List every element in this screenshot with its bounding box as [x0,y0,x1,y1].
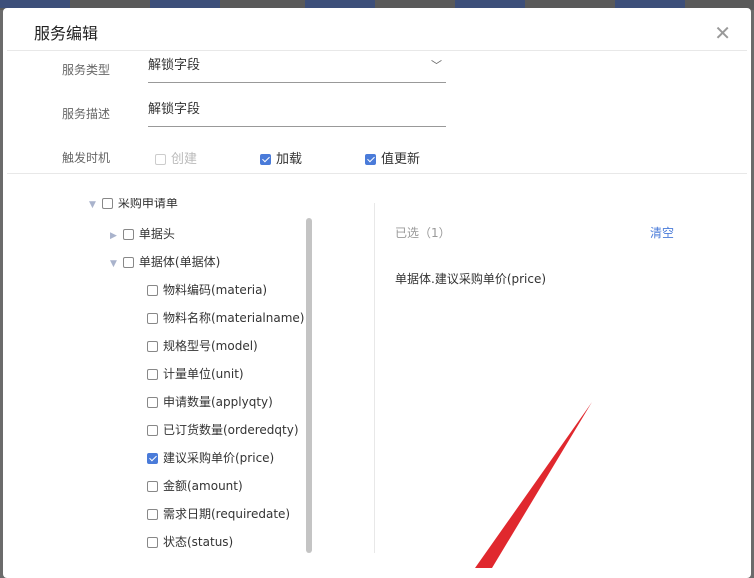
red-arrow-annotation [475,402,592,568]
